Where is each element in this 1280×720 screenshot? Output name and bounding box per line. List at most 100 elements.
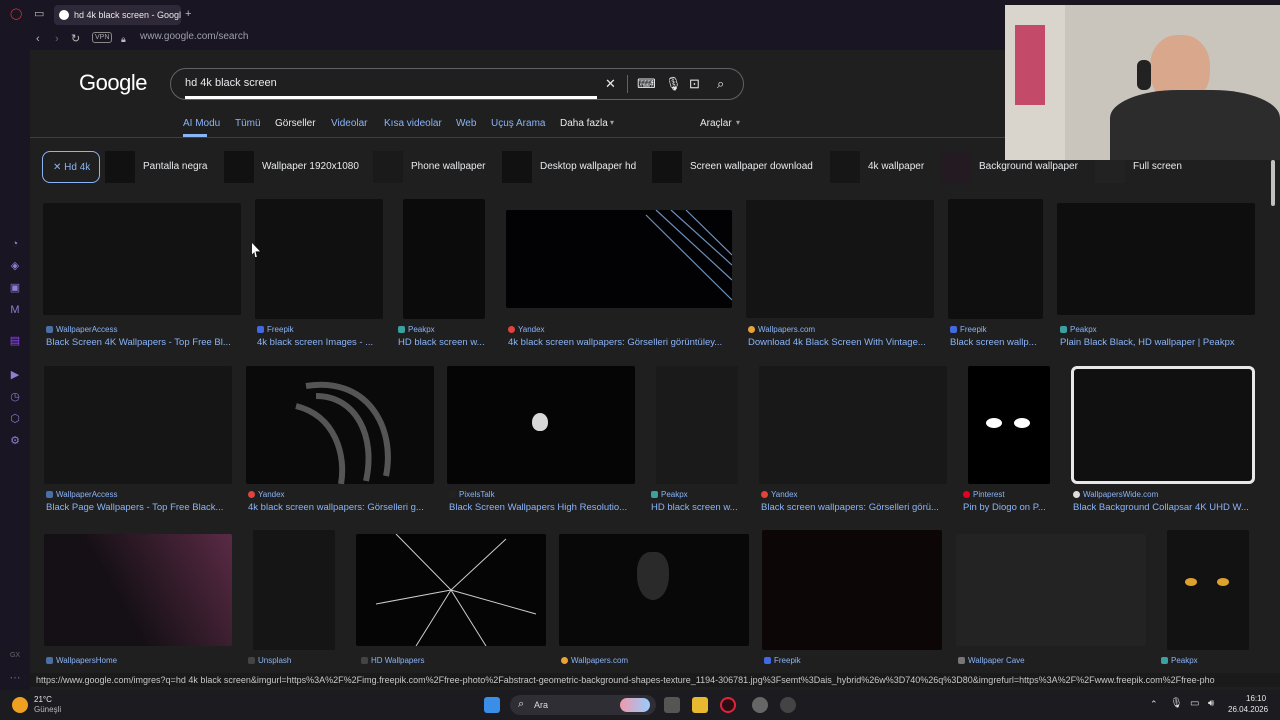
url-field[interactable]: www.google.com/search [140, 31, 248, 42]
result-image[interactable] [1167, 530, 1249, 650]
tab-web[interactable]: Web [456, 118, 476, 129]
steam-icon[interactable] [780, 697, 796, 713]
extensions-icon[interactable]: ⬡ [9, 413, 21, 425]
result-title[interactable]: Black screen wallp... [950, 337, 1045, 348]
result-title[interactable]: Black screen wallpapers: Görselleri görü… [761, 502, 946, 513]
result-source[interactable]: Wallpapers.com [748, 325, 815, 334]
opera-gx-taskbar-icon[interactable] [720, 697, 736, 713]
weather-desc[interactable]: Güneşli [34, 705, 61, 714]
result-source[interactable]: Yandex [248, 490, 285, 499]
result-image[interactable] [356, 534, 546, 646]
result-source[interactable]: Wallpapers.com [561, 656, 628, 665]
result-image[interactable] [447, 366, 635, 484]
search-icon[interactable]: ⌕ [717, 76, 724, 92]
result-source[interactable]: Wallpaper Cave [958, 656, 1025, 665]
result-image[interactable] [246, 366, 434, 484]
forward-icon[interactable]: › [55, 32, 59, 46]
settings-icon[interactable]: ⚙ [9, 435, 21, 447]
result-title[interactable]: Black Screen 4K Wallpapers - Top Free Bl… [46, 337, 236, 348]
result-image[interactable] [253, 530, 335, 650]
mic-icon[interactable]: 🎙︎ [1170, 698, 1183, 709]
result-title[interactable]: Black Background Collapsar 4K UHD W... [1073, 502, 1263, 513]
result-image[interactable] [762, 530, 942, 650]
result-title[interactable]: Black Screen Wallpapers High Resolutio..… [449, 502, 639, 513]
result-source[interactable]: Yandex [508, 325, 545, 334]
chip-4k-wallpaper[interactable]: 4k wallpaper [830, 151, 930, 183]
result-title[interactable]: 4k black screen wallpapers: Görselleri g… [248, 502, 438, 513]
result-source[interactable]: Yandex [761, 490, 798, 499]
tab-menu-icon[interactable]: ▭ [34, 7, 44, 21]
result-source[interactable]: Freepik [950, 325, 987, 334]
xbox-icon[interactable] [752, 697, 768, 713]
result-source[interactable]: Peakpx [1161, 656, 1198, 665]
aria-icon[interactable]: ◈ [9, 260, 21, 272]
result-source[interactable]: Peakpx [651, 490, 688, 499]
result-title[interactable]: Black Page Wallpapers - Top Free Black..… [46, 502, 236, 513]
result-title[interactable]: HD black screen w... [398, 337, 493, 348]
result-image[interactable] [506, 210, 732, 308]
weather-temp[interactable]: 21°C [34, 695, 52, 704]
tab-videos[interactable]: Videolar [331, 118, 368, 129]
result-source[interactable]: HD Wallpapers [361, 656, 425, 665]
chip-phone-wallpaper[interactable]: Phone wallpaper [373, 151, 493, 183]
messenger-icon[interactable]: ▣ [9, 282, 21, 294]
result-image[interactable] [403, 199, 485, 319]
keyboard-icon[interactable]: ⌨ [637, 76, 656, 92]
windows-start-icon[interactable] [484, 697, 500, 713]
clock-time[interactable]: 16:10 [1246, 694, 1266, 703]
back-icon[interactable]: ‹ [36, 32, 40, 46]
result-title[interactable]: Download 4k Black Screen With Vintage... [748, 337, 938, 348]
result-image[interactable] [656, 366, 738, 484]
mail-icon[interactable]: M [9, 304, 21, 316]
result-source[interactable]: Peakpx [398, 325, 435, 334]
result-source[interactable]: WallpapersWide.com [1073, 490, 1158, 499]
result-image[interactable] [948, 199, 1043, 319]
opera-icon[interactable]: ◯ [10, 7, 22, 21]
result-image[interactable] [255, 199, 383, 319]
tab-images[interactable]: Görseller [275, 118, 316, 129]
scrollbar-thumb[interactable] [1271, 160, 1275, 206]
vpn-badge[interactable]: VPN [92, 32, 113, 43]
browser-tab[interactable]: hd 4k black screen - Google [54, 5, 181, 25]
tab-flights[interactable]: Uçuş Arama [491, 118, 545, 129]
search-input[interactable]: hd 4k black screen [185, 77, 277, 89]
new-tab-icon[interactable]: + [185, 7, 191, 21]
more-icon[interactable]: ⋯ [9, 672, 21, 684]
result-source[interactable]: Peakpx [1060, 325, 1097, 334]
result-image[interactable] [968, 366, 1050, 484]
lens-icon[interactable]: ⊡ [689, 76, 700, 92]
result-image-selected[interactable] [1071, 366, 1255, 484]
tab-short-videos[interactable]: Kısa videolar [384, 118, 442, 129]
chip-desktop-wallpaper[interactable]: Desktop wallpaper hd [502, 151, 642, 183]
mic-icon[interactable]: 🎙︎ [665, 76, 682, 92]
twitch-icon[interactable]: ▤ [9, 335, 21, 347]
reload-icon[interactable]: ↻ [71, 32, 80, 46]
monitor-icon[interactable]: ▭ [1190, 698, 1199, 709]
clock-date[interactable]: 26.04.2026 [1228, 705, 1268, 714]
chip-hd-4k[interactable]: ✕ Hd 4k [42, 151, 100, 183]
result-image[interactable] [746, 200, 934, 318]
search-box[interactable]: hd 4k black screen ✕ ⌨ 🎙︎ ⊡ ⌕ [170, 68, 744, 100]
result-source[interactable]: Freepik [764, 656, 801, 665]
result-image[interactable] [1057, 203, 1255, 315]
tab-all[interactable]: Tümü [235, 118, 261, 129]
result-title[interactable]: 4k black screen Images - ... [257, 337, 382, 348]
taskbar-search[interactable]: ⌕ Ara [510, 695, 656, 715]
result-source[interactable]: Freepik [257, 325, 294, 334]
result-source[interactable]: WallpapersHome [46, 656, 117, 665]
tab-more[interactable]: Daha fazla [560, 118, 608, 129]
volume-icon[interactable]: 🔊︎ [1208, 698, 1214, 709]
google-logo[interactable]: Google [79, 70, 147, 96]
result-source[interactable]: Pinterest [963, 490, 1005, 499]
result-source[interactable]: WallpaperAccess [46, 325, 118, 334]
result-image[interactable] [44, 534, 232, 646]
close-icon[interactable]: ✕ [605, 76, 616, 92]
chip-screen-wallpaper-download[interactable]: Screen wallpaper download [652, 151, 822, 183]
result-title[interactable]: 4k black screen wallpapers: Görselleri g… [508, 337, 732, 348]
result-title[interactable]: Pin by Diogo on P... [963, 502, 1058, 513]
chevron-up-icon[interactable]: ⌃ [1150, 699, 1158, 710]
result-title[interactable]: HD black screen w... [651, 502, 746, 513]
result-source[interactable]: WallpaperAccess [46, 490, 118, 499]
task-view-icon[interactable] [664, 697, 680, 713]
result-image[interactable] [956, 534, 1146, 646]
